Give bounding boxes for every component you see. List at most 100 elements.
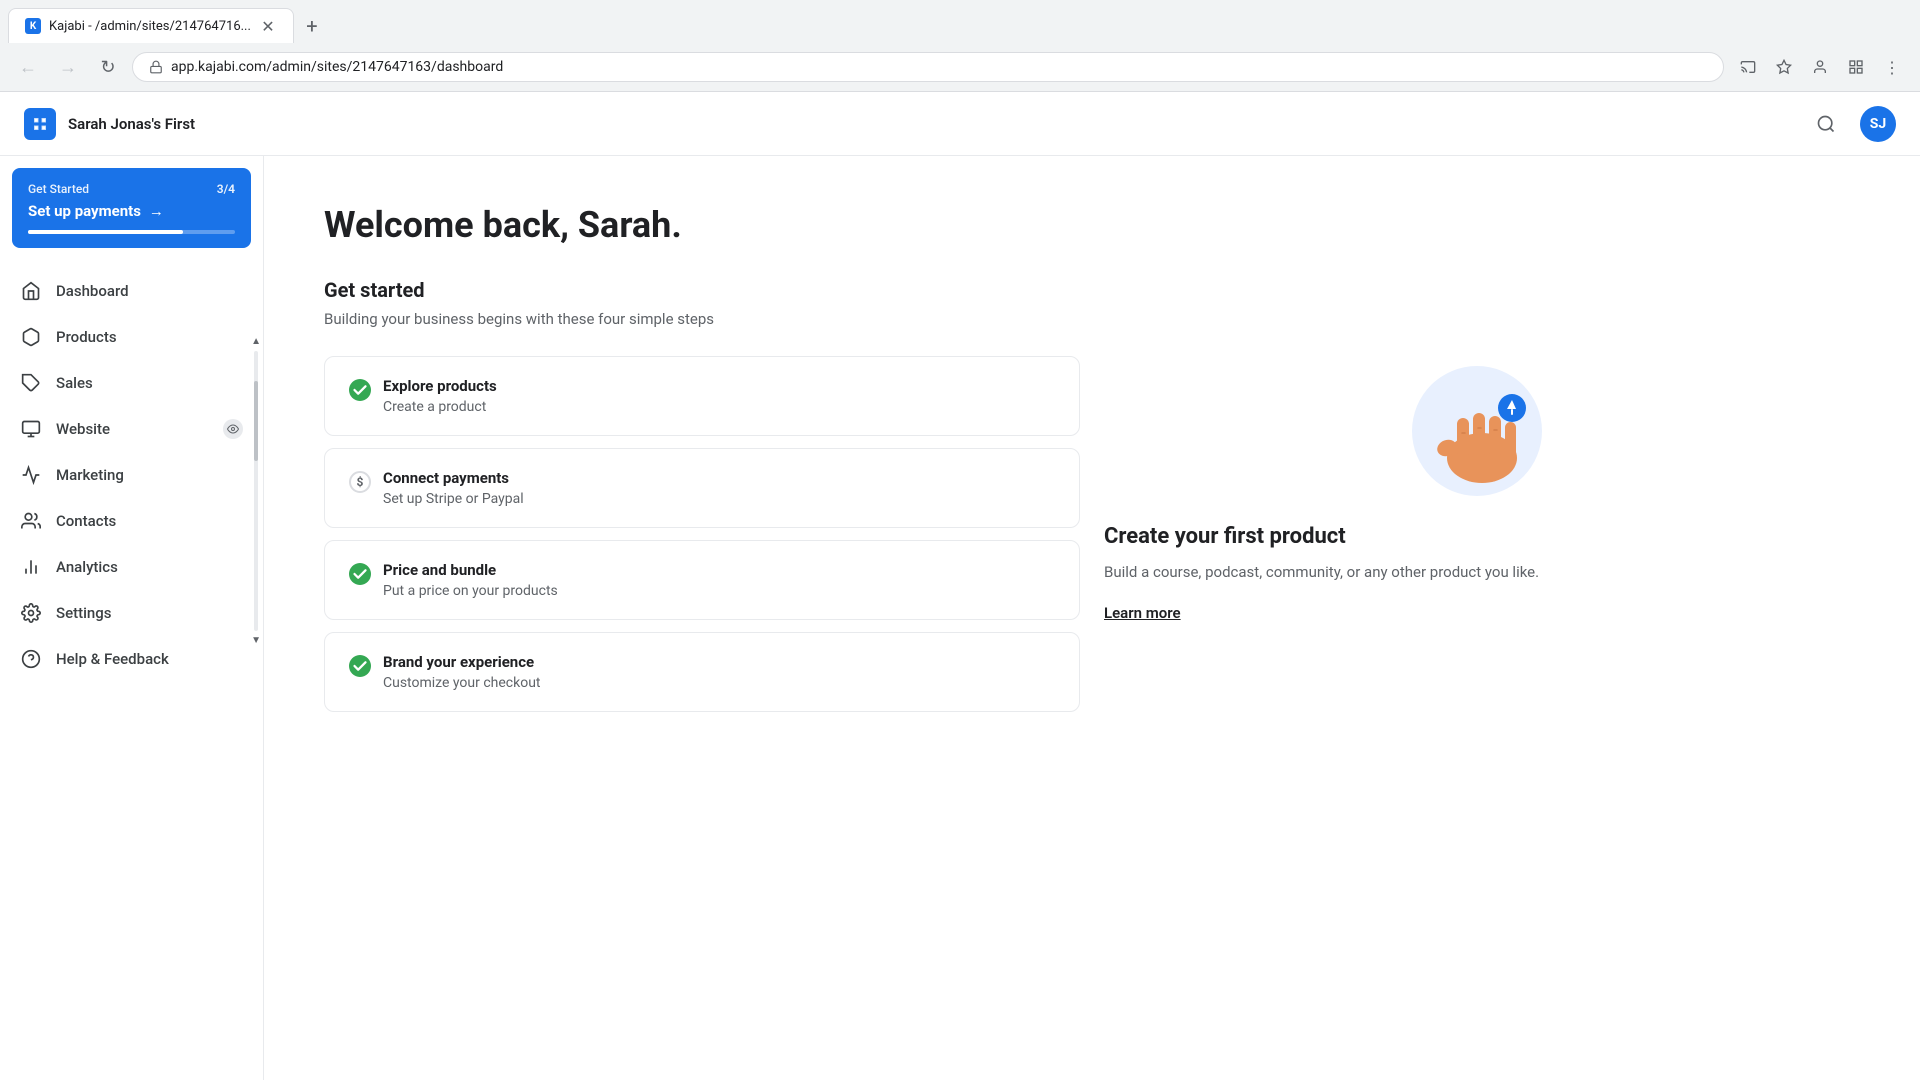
step-check-icon [349,655,371,677]
illustration-container [1402,356,1562,496]
forward-button[interactable]: → [52,51,84,83]
sidebar-item-label: Products [56,328,243,346]
step-content: Connect payments Set up Stripe or Paypal [383,469,524,507]
sidebar-item-products[interactable]: Products [0,314,263,360]
profile-button[interactable] [1804,51,1836,83]
analytics-icon [20,556,42,578]
content-grid: Explore products Create a product $ Conn… [324,356,1860,712]
sidebar-item-sales[interactable]: Sales [0,360,263,406]
tab-close-button[interactable]: ✕ [259,17,277,35]
extensions-button[interactable] [1840,51,1872,83]
avatar[interactable]: SJ [1860,106,1896,142]
step-connect-payments[interactable]: $ Connect payments Set up Stripe or Payp… [324,448,1080,528]
step-subtitle: Customize your checkout [383,675,541,691]
step-content: Brand your experience Customize your che… [383,653,541,691]
nav-items: Dashboard Products Sales [0,260,263,1080]
products-icon [20,326,42,348]
scroll-down-arrow[interactable]: ▼ [251,635,261,646]
new-tab-button[interactable]: + [298,12,326,40]
browser-chrome: K Kajabi - /admin/sites/214764716... ✕ +… [0,0,1920,92]
sidebar-item-website[interactable]: Website [0,406,263,452]
get-started-action-text: Set up payments [28,202,141,220]
browser-toolbar: ← → ↻ app.kajabi.com/admin/sites/2147647… [0,43,1920,91]
sidebar-item-label: Sales [56,374,243,392]
address-bar[interactable]: app.kajabi.com/admin/sites/2147647163/da… [132,52,1724,82]
main-content: Welcome back, Sarah. Get started Buildin… [264,156,1920,1080]
sidebar-item-label: Contacts [56,512,243,530]
url-text: app.kajabi.com/admin/sites/2147647163/da… [171,59,1707,75]
scrollbar-thumb [254,381,258,461]
page-title: Welcome back, Sarah. [324,204,1860,246]
section-subtitle: Building your business begins with these… [324,310,1860,328]
website-icon [20,418,42,440]
hand-illustration-svg [1417,368,1547,488]
learn-more-link[interactable]: Learn more [1104,604,1860,622]
get-started-label-text: Get Started [28,182,89,196]
get-started-action: Set up payments → [28,202,235,220]
bookmark-button[interactable] [1768,51,1800,83]
menu-button[interactable]: ⋮ [1876,51,1908,83]
product-illustration [1104,356,1860,496]
sales-icon [20,372,42,394]
steps-column: Explore products Create a product $ Conn… [324,356,1080,712]
sidebar-item-marketing[interactable]: Marketing [0,452,263,498]
header-right: SJ [1808,106,1896,142]
sidebar-item-label: Analytics [56,558,243,576]
product-cta-title: Create your first product [1104,524,1860,549]
settings-icon [20,602,42,624]
cast-button[interactable] [1732,51,1764,83]
tab-title: Kajabi - /admin/sites/214764716... [49,19,251,34]
sidebar-item-label: Help & Feedback [56,650,243,668]
app-header: Sarah Jonas's First SJ [0,92,1920,156]
search-button[interactable] [1808,106,1844,142]
brand-name: Sarah Jonas's First [68,115,195,133]
progress-bar-track [28,230,235,234]
sidebar: Get Started 3/4 Set up payments → [0,156,264,1080]
toolbar-actions: ⋮ [1732,51,1908,83]
sidebar-item-settings[interactable]: Settings [0,590,263,636]
sidebar-item-label: Website [56,420,209,438]
sidebar-item-label: Dashboard [56,282,243,300]
sidebar-scrollbar: ▲ ▼ [251,336,261,646]
get-started-card[interactable]: Get Started 3/4 Set up payments → [12,168,251,248]
sidebar-item-label: Marketing [56,466,243,484]
back-button[interactable]: ← [12,51,44,83]
active-tab[interactable]: K Kajabi - /admin/sites/214764716... ✕ [8,8,294,43]
step-content: Price and bundle Put a price on your pro… [383,561,558,599]
header-brand: Sarah Jonas's First [24,108,195,140]
step-brand-experience[interactable]: Brand your experience Customize your che… [324,632,1080,712]
sidebar-item-label: Settings [56,604,243,622]
marketing-icon [20,464,42,486]
step-content: Explore products Create a product [383,377,497,415]
get-started-section: Get started Building your business begin… [324,278,1860,328]
step-header: Explore products Create a product [349,377,1055,415]
section-title: Get started [324,278,1860,302]
get-started-progress: 3/4 [217,182,235,196]
step-dollar-icon: $ [349,471,371,493]
step-check-icon [349,379,371,401]
step-price-bundle[interactable]: Price and bundle Put a price on your pro… [324,540,1080,620]
step-header: Brand your experience Customize your che… [349,653,1055,691]
website-badge [223,419,243,439]
app-body: Get Started 3/4 Set up payments → [0,156,1920,1080]
product-cta-description: Build a course, podcast, community, or a… [1104,561,1860,584]
contacts-icon [20,510,42,532]
sidebar-item-help[interactable]: Help & Feedback [0,636,263,682]
sidebar-item-dashboard[interactable]: Dashboard [0,268,263,314]
sidebar-item-analytics[interactable]: Analytics [0,544,263,590]
step-subtitle: Put a price on your products [383,583,558,599]
lock-icon [149,60,163,74]
step-title: Price and bundle [383,561,558,579]
get-started-header: Get Started 3/4 [28,182,235,196]
help-icon [20,648,42,670]
step-header: Price and bundle Put a price on your pro… [349,561,1055,599]
tab-bar: K Kajabi - /admin/sites/214764716... ✕ + [0,0,1920,43]
step-subtitle: Create a product [383,399,497,415]
step-check-icon [349,563,371,585]
sidebar-item-contacts[interactable]: Contacts [0,498,263,544]
step-explore-products[interactable]: Explore products Create a product [324,356,1080,436]
step-title: Explore products [383,377,497,395]
reload-button[interactable]: ↻ [92,51,124,83]
scroll-up-arrow[interactable]: ▲ [251,336,261,347]
step-title: Brand your experience [383,653,541,671]
